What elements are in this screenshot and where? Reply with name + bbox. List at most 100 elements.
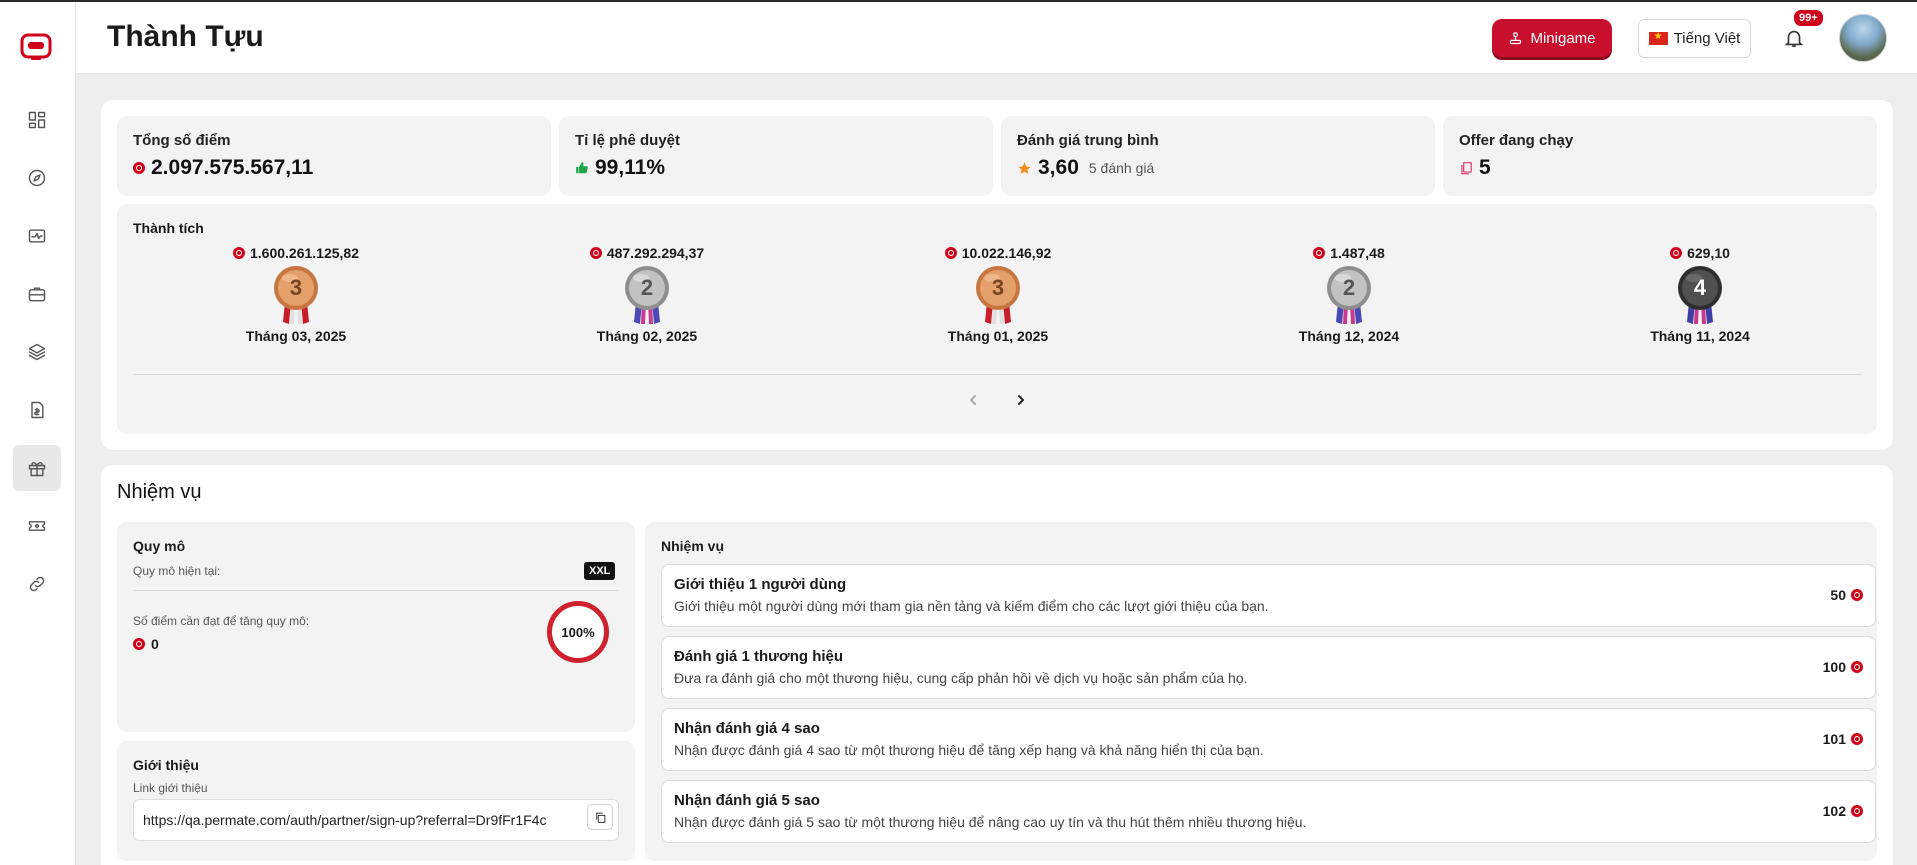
task-item[interactable]: Nhận đánh giá 4 sao Nhận được đánh giá 4 … <box>661 708 1876 771</box>
file-stack-icon <box>1461 161 1472 174</box>
needed-points-value: 0 <box>133 636 159 652</box>
referral-link-field[interactable]: https://qa.permate.com/auth/partner/sign… <box>133 799 619 841</box>
coin-icon <box>133 162 145 174</box>
task-item[interactable]: Đánh giá 1 thương hiệu Đưa ra đánh giá ch… <box>661 636 1876 699</box>
achievement-month: Tháng 02, 2025 <box>596 328 698 344</box>
svg-text:3: 3 <box>992 275 1004 300</box>
top-header: Thành Tựu Minigame Tiếng Việt 99+ <box>76 2 1917 74</box>
missions-card: Nhiệm vụ Quy mô Quy mô hiện tại: XXL Số … <box>101 465 1893 865</box>
overview-card: Tổng số điểm 2.097.575.567,11 Tỉ lệ phê … <box>101 100 1893 450</box>
sidebar <box>0 2 76 865</box>
coin-icon <box>233 247 245 259</box>
achievement-points: 10.022.146,92 <box>944 244 1051 262</box>
svg-text:2: 2 <box>641 275 653 300</box>
coin-icon <box>1851 733 1863 745</box>
app-logo-icon[interactable] <box>20 32 52 62</box>
nav-invoices[interactable] <box>13 387 61 433</box>
scale-panel: Quy mô Quy mô hiện tại: XXL Số điểm cần … <box>117 522 635 732</box>
task-description: Nhận được đánh giá 4 sao từ một thương h… <box>674 742 1264 758</box>
rank-medal-icon: 2 <box>625 266 669 324</box>
task-item[interactable]: Giới thiệu 1 người dùng Giới thiệu một ng… <box>661 564 1876 627</box>
task-title: Nhận đánh giá 4 sao <box>674 720 820 737</box>
nav-tickets[interactable] <box>13 503 61 549</box>
nav-explore[interactable] <box>13 155 61 201</box>
coin-icon <box>1670 247 1683 259</box>
nav-analytics[interactable] <box>13 213 61 259</box>
tasks-title: Nhiệm vụ <box>661 538 725 554</box>
copy-icon <box>595 812 605 823</box>
current-scale-label: Quy mô hiện tại: <box>133 564 221 578</box>
tasks-panel: Nhiệm vụ Giới thiệu 1 người dùng Giới thi… <box>645 522 1877 861</box>
task-points: 101 <box>1823 731 1863 747</box>
achievements-title: Thành tích <box>133 220 204 236</box>
achievement-item: 1.600.261.125,82 3 Tháng 03, 2025 <box>186 244 406 344</box>
divider <box>133 590 619 591</box>
svg-text:2: 2 <box>1343 275 1355 300</box>
needed-points-label: Số điểm cần đạt để tăng quy mô: <box>133 614 310 628</box>
achievement-month: Tháng 11, 2024 <box>1650 328 1750 344</box>
prev-page-button[interactable] <box>963 390 983 410</box>
stat-average-rating: Đánh giá trung bình 3,60 5 đánh giá <box>1001 116 1435 196</box>
dashboard-icon <box>28 111 46 129</box>
notification-bell-icon[interactable] <box>1783 26 1805 50</box>
achievement-month: Tháng 03, 2025 <box>245 328 347 344</box>
achievement-points: 1.600.261.125,82 <box>233 244 359 262</box>
achievement-points: 1.487,48 <box>1313 244 1385 262</box>
nav-offers[interactable] <box>13 271 61 317</box>
achievement-item: 487.292.294,37 2 Tháng 02, 2025 <box>537 244 757 344</box>
notification-count-badge: 99+ <box>1792 8 1825 28</box>
nav-achievements[interactable] <box>13 445 61 491</box>
task-title: Đánh giá 1 thương hiệu <box>674 648 844 665</box>
invoice-icon <box>31 401 44 419</box>
rank-medal-icon: 3 <box>274 266 318 324</box>
stat-total-points: Tổng số điểm 2.097.575.567,11 <box>117 116 551 196</box>
nav-dashboard[interactable] <box>13 97 61 143</box>
joystick-icon <box>1510 31 1522 44</box>
page-title: Thành Tựu <box>107 20 264 53</box>
rank-medal-icon: 3 <box>976 266 1020 324</box>
task-description: Nhận được đánh giá 5 sao từ một thương h… <box>674 814 1307 830</box>
task-item[interactable]: Nhận đánh giá 5 sao Nhận được đánh giá 5 … <box>661 780 1876 843</box>
language-selector[interactable]: Tiếng Việt <box>1638 19 1751 58</box>
referral-panel: Giới thiệu Link giới thiệu https://qa.pe… <box>117 741 635 861</box>
layers-icon <box>28 343 46 361</box>
gift-icon <box>28 462 46 477</box>
star-icon <box>1018 161 1031 174</box>
achievement-month: Tháng 12, 2024 <box>1298 328 1400 344</box>
copy-link-button[interactable] <box>587 804 613 830</box>
achievement-points: 487.292.294,37 <box>589 244 704 262</box>
svg-text:4: 4 <box>1694 275 1707 300</box>
achievement-item: 10.022.146,92 3 Tháng 01, 2025 <box>888 244 1108 344</box>
stat-running-offers: Offer đang chạy 5 <box>1443 116 1877 196</box>
briefcase-icon <box>28 287 46 302</box>
referral-title: Giới thiệu <box>133 757 199 773</box>
minigame-button[interactable]: Minigame <box>1492 19 1612 57</box>
vietnam-flag-icon <box>1648 31 1668 45</box>
task-points: 100 <box>1823 659 1863 675</box>
scale-progress-ring: 100% <box>547 601 609 663</box>
thumbs-up-icon <box>576 162 588 174</box>
scale-title: Quy mô <box>133 538 186 554</box>
coin-icon <box>1313 247 1326 259</box>
coin-icon <box>944 247 957 259</box>
user-avatar[interactable] <box>1839 14 1887 62</box>
task-description: Đưa ra đánh giá cho một thương hiệu, cun… <box>674 670 1248 686</box>
referral-link-label: Link giới thiệu <box>133 781 208 795</box>
coin-icon <box>1851 805 1863 817</box>
achievement-item: 1.487,48 2 Tháng 12, 2024 <box>1239 244 1459 344</box>
achievements-panel: Thành tích 1.600.261.125,82 3 Tháng 03, 20… <box>117 204 1877 434</box>
achievement-points: 629,10 <box>1670 244 1730 262</box>
compass-icon <box>28 169 46 187</box>
task-title: Nhận đánh giá 5 sao <box>674 792 820 809</box>
task-points: 50 <box>1830 587 1863 603</box>
next-page-button[interactable] <box>1011 390 1031 410</box>
current-scale-badge: XXL <box>584 562 616 580</box>
coin-icon <box>1851 661 1863 673</box>
task-title: Giới thiệu 1 người dùng <box>674 576 847 593</box>
task-description: Giới thiệu một người dùng mới tham gia n… <box>674 598 1269 614</box>
rank-medal-icon: 2 <box>1327 266 1371 324</box>
stat-approval-rate: Tỉ lệ phê duyệt 99,11% <box>559 116 993 196</box>
coin-icon <box>133 638 145 650</box>
nav-layers[interactable] <box>13 329 61 375</box>
nav-links[interactable] <box>13 561 61 607</box>
